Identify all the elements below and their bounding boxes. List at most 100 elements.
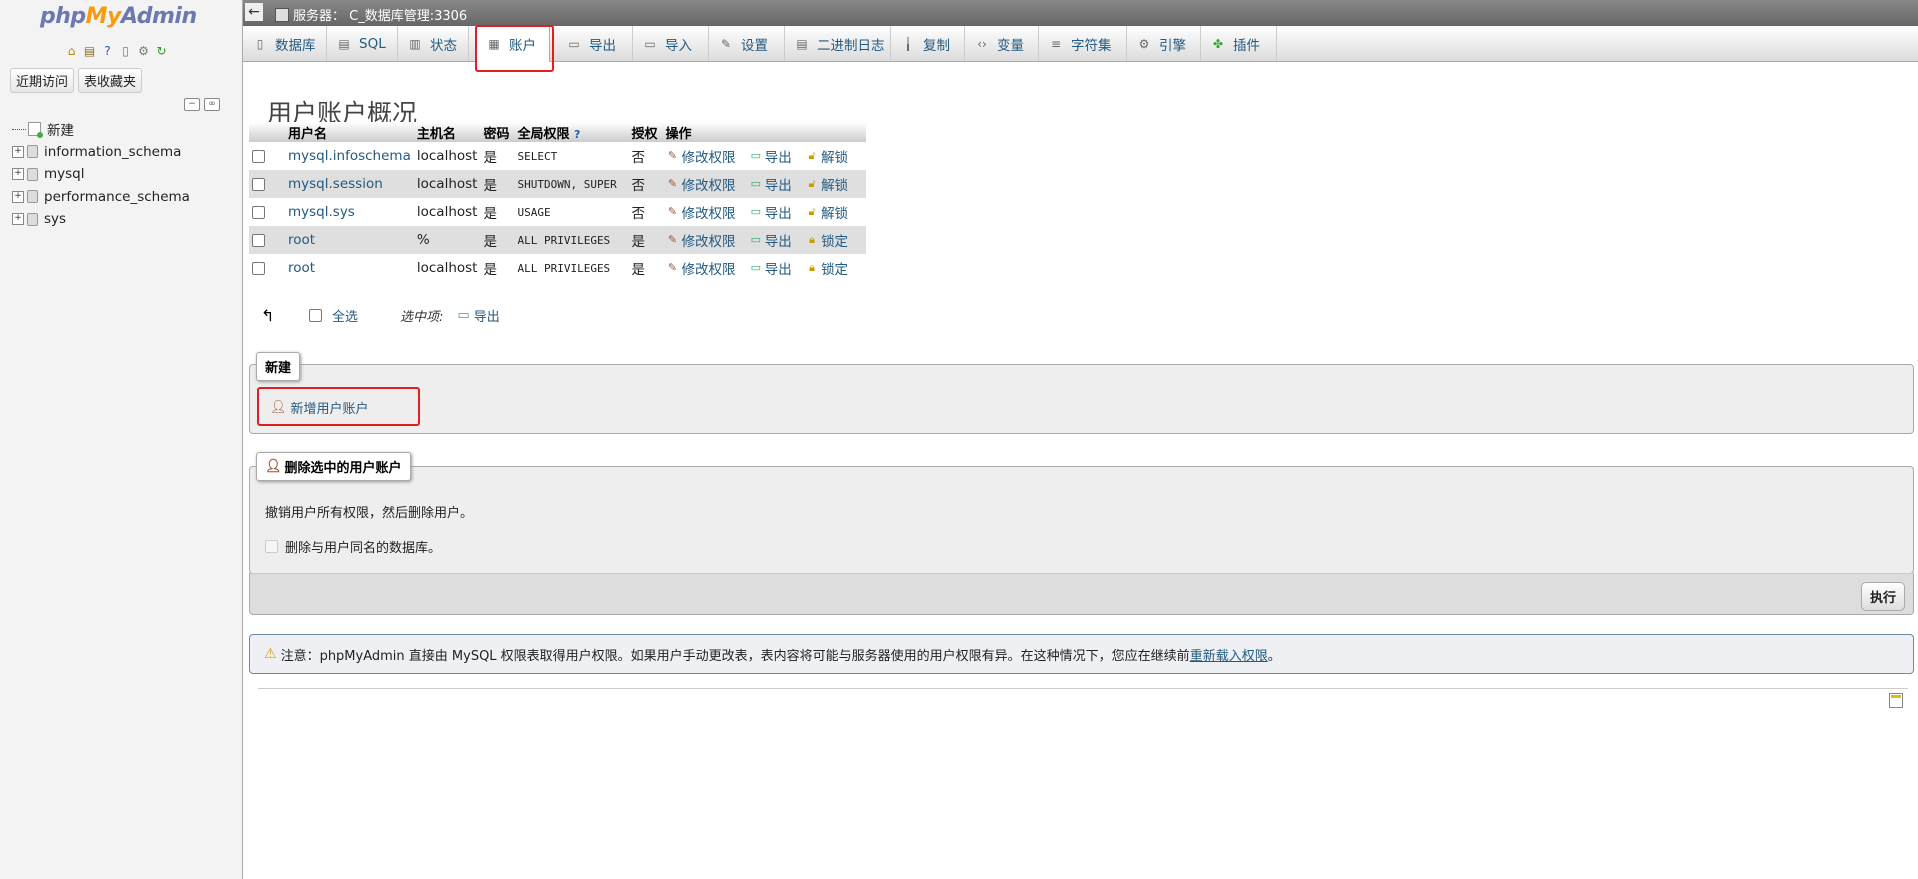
database-tree: 新建 + information_schema + mysql + perfor… — [12, 118, 190, 231]
lock-toggle-link[interactable]: 🔓︎ 解锁 — [805, 202, 848, 223]
tab-accounts[interactable]: ▦ 账户 — [476, 26, 550, 62]
edit-privileges-link[interactable]: ✎ 修改权限 — [665, 174, 736, 195]
bulk-actions-bar: ↰ 全选 选中项: ▭ 导出 — [261, 306, 500, 325]
collapse-all-icon[interactable]: − — [184, 98, 200, 111]
server-label[interactable]: 服务器： C_数据库管理:3306 — [293, 9, 467, 24]
lock-toggle-link[interactable]: 🔒︎ 锁定 — [805, 230, 848, 251]
tab-label: 二进制日志 — [817, 37, 885, 54]
header-username[interactable]: 用户名 — [285, 122, 414, 142]
expand-icon[interactable]: + — [12, 190, 24, 203]
server-breadcrumb-bar: ← 服务器： C_数据库管理:3306 — [243, 0, 1918, 26]
home-icon[interactable]: ⌂ — [64, 44, 79, 59]
export-icon: ▭ — [750, 205, 761, 218]
help-icon[interactable]: ? — [574, 128, 580, 141]
lock-toggle-link[interactable]: 🔒︎ 锁定 — [805, 258, 848, 279]
tab-replication[interactable]: ╽ 复制 — [891, 26, 965, 61]
bulk-export-button[interactable]: ▭ 导出 — [457, 306, 499, 325]
legend-label: 删除选中的用户账户 — [284, 461, 402, 476]
add-user-account-link[interactable]: 👤︎ 新增用户账户 — [270, 398, 369, 417]
export-label: 导出 — [764, 262, 792, 278]
tab-charsets[interactable]: ≡ 字符集 — [1039, 26, 1127, 61]
tab-sql[interactable]: ▤ SQL — [327, 26, 398, 61]
tree-item-new[interactable]: 新建 — [12, 118, 190, 141]
tab-binary-log[interactable]: ▤ 二进制日志 — [785, 26, 891, 61]
tab-databases[interactable]: ▯ 数据库 — [243, 26, 327, 61]
select-all-label[interactable]: 全选 — [332, 306, 358, 325]
table-row: root localhost 是 ALL PRIVILEGES 是 ✎ 修改权限 … — [249, 254, 867, 282]
edit-privileges-link[interactable]: ✎ 修改权限 — [665, 202, 736, 223]
tab-plugins[interactable]: ✤ 插件 — [1201, 26, 1277, 61]
reload-icon[interactable]: ↻ — [154, 44, 169, 59]
export-link[interactable]: ▭ 导出 — [749, 230, 792, 251]
tree-item-mysql[interactable]: + mysql — [12, 163, 190, 186]
tab-label: 字符集 — [1071, 37, 1112, 54]
collapse-sidebar-button[interactable]: ← — [245, 3, 263, 21]
phpmyadmin-logo[interactable]: phpMyAdmin — [40, 4, 197, 29]
actions-cell: ✎ 修改权限 ▭ 导出 🔒︎ 锁定 — [662, 226, 867, 254]
reload-privileges-link[interactable]: 重新载入权限 — [1190, 645, 1268, 664]
edit-privileges-link[interactable]: ✎ 修改权限 — [665, 230, 736, 251]
lock-icon: 🔒︎ — [809, 233, 815, 246]
tab-engines[interactable]: ⚙ 引擎 — [1127, 26, 1201, 61]
tab-label: 插件 — [1233, 37, 1260, 54]
edit-privileges-icon: ✎ — [667, 205, 678, 218]
drop-database-label[interactable]: 删除与用户同名的数据库。 — [285, 537, 441, 556]
tree-item-performance-schema[interactable]: + performance_schema — [12, 186, 190, 209]
plugin-icon: ✤ — [1212, 36, 1224, 51]
tab-variables[interactable]: ‹› 变量 — [965, 26, 1039, 61]
tab-import[interactable]: ▭ 导入 — [633, 26, 709, 61]
username-link[interactable]: root — [288, 232, 315, 248]
edit-privileges-link[interactable]: ✎ 修改权限 — [665, 258, 736, 279]
favorites-tab[interactable]: 表收藏夹 — [78, 68, 143, 93]
tab-export[interactable]: ▭ 导出 — [557, 26, 633, 61]
export-label: 导出 — [764, 206, 792, 222]
edit-privileges-link[interactable]: ✎ 修改权限 — [665, 146, 736, 167]
recent-tab[interactable]: 近期访问 — [10, 68, 75, 93]
row-checkbox[interactable] — [252, 149, 265, 163]
edit-privileges-icon: ✎ — [667, 261, 678, 274]
tab-settings[interactable]: ✎ 设置 — [709, 26, 785, 61]
expand-icon[interactable]: + — [12, 168, 24, 181]
wrench-icon: ✎ — [720, 36, 732, 51]
tree-item-sys[interactable]: + sys — [12, 208, 190, 231]
breadcrumb[interactable]: 服务器： C_数据库管理:3306 — [275, 5, 467, 24]
username-link[interactable]: mysql.infoschema — [288, 148, 411, 164]
lock-toggle-link[interactable]: 🔓︎ 解锁 — [805, 174, 848, 195]
expand-icon[interactable]: + — [12, 213, 24, 226]
database-icon — [27, 190, 38, 204]
tab-status[interactable]: ▥ 状态 — [398, 26, 469, 61]
username-link[interactable]: mysql.session — [288, 176, 383, 192]
row-checkbox[interactable] — [252, 261, 265, 275]
export-link[interactable]: ▭ 导出 — [749, 146, 792, 167]
execute-button[interactable]: 执行 — [1860, 582, 1905, 611]
settings-icon[interactable]: ⚙ — [136, 44, 151, 59]
server-icon — [275, 8, 289, 22]
help-icon[interactable]: ? — [100, 44, 115, 59]
docs-icon[interactable]: ▯ — [118, 44, 133, 59]
export-link[interactable]: ▭ 导出 — [749, 258, 792, 279]
username-link[interactable]: mysql.sys — [288, 204, 355, 220]
lock-toggle-link[interactable]: 🔓︎ 解锁 — [805, 146, 848, 167]
export-link[interactable]: ▭ 导出 — [749, 202, 792, 223]
tab-label: 导入 — [665, 37, 692, 54]
row-checkbox[interactable] — [252, 233, 265, 247]
row-checkbox[interactable] — [252, 177, 265, 191]
link-with-main-icon[interactable]: ∞ — [204, 98, 220, 111]
export-link[interactable]: ▭ 导出 — [749, 174, 792, 195]
select-all-checkbox[interactable] — [309, 309, 322, 322]
charset-icon: ≡ — [1050, 36, 1062, 51]
edit-label: 修改权限 — [681, 262, 736, 278]
db-icon[interactable]: ▤ — [82, 44, 97, 59]
expand-icon[interactable]: + — [12, 145, 24, 158]
tree-item-information-schema[interactable]: + information_schema — [12, 141, 190, 164]
tree-label[interactable]: information_schema — [44, 144, 181, 160]
drop-database-checkbox[interactable] — [265, 540, 278, 553]
tree-label[interactable]: performance_schema — [44, 189, 190, 205]
tree-label[interactable]: sys — [44, 211, 66, 227]
header-hostname[interactable]: 主机名 — [413, 122, 481, 142]
grant-cell: 否 — [628, 142, 663, 170]
tree-label[interactable]: mysql — [44, 166, 85, 182]
row-checkbox[interactable] — [252, 205, 265, 219]
console-toggle-icon[interactable] — [1889, 693, 1903, 708]
username-link[interactable]: root — [288, 260, 315, 276]
